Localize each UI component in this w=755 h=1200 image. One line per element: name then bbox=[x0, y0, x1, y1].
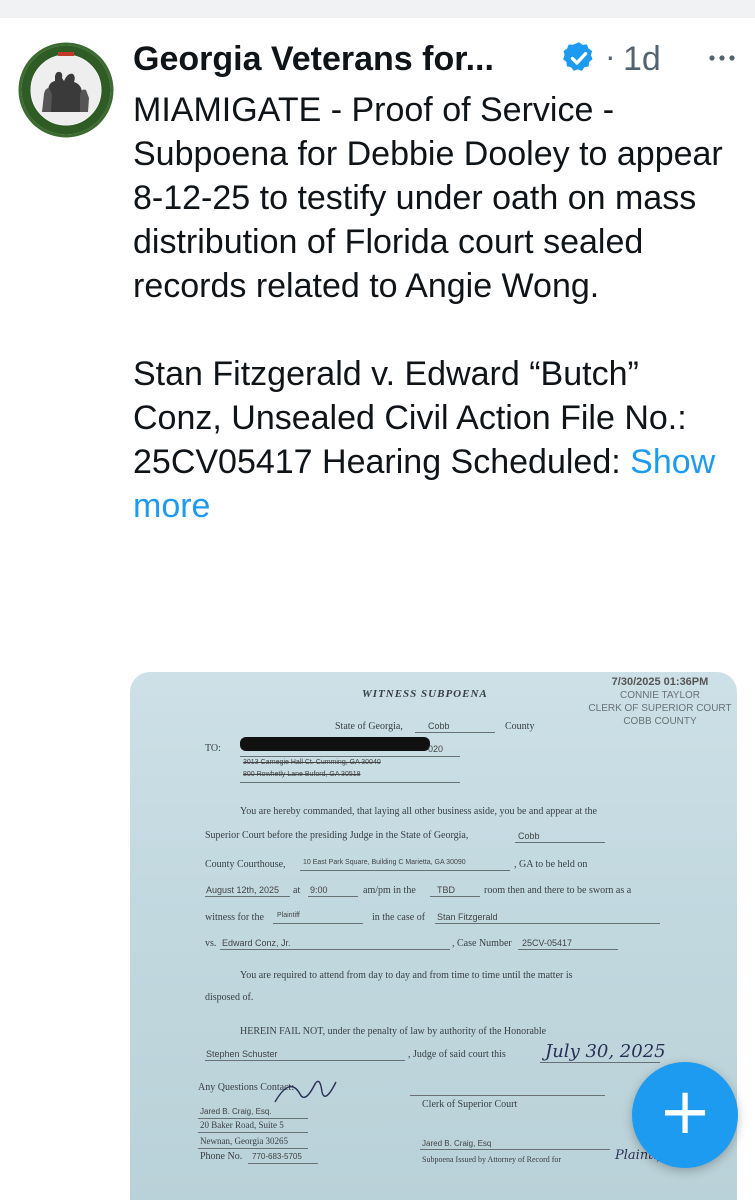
herein-text: HEREIN FAIL NOT, under the penalty of la… bbox=[240, 1026, 547, 1037]
defendant-value: Edward Conz, Jr. bbox=[222, 938, 291, 948]
contact-address-2: Newnan, Georgia 30265 bbox=[200, 1136, 289, 1146]
para-2: Superior Court before the presiding Judg… bbox=[205, 830, 469, 841]
state-county: Cobb bbox=[428, 721, 450, 731]
time-value: 9:00 bbox=[310, 885, 328, 895]
stamp-date: 7/30/2025 01:36PM bbox=[611, 676, 709, 688]
more-horizontal-icon[interactable] bbox=[707, 38, 737, 83]
author-name[interactable]: Georgia Veterans for... bbox=[133, 40, 494, 79]
county-label: County bbox=[505, 721, 535, 732]
signature-scribble bbox=[274, 1080, 337, 1103]
state-label: State of Georgia, bbox=[335, 721, 403, 732]
separator-dot: · bbox=[605, 38, 616, 74]
stamp-title: CLERK OF SUPERIOR COURT bbox=[588, 703, 732, 714]
attend-line-2: disposed of. bbox=[205, 992, 254, 1003]
to-label: TO: bbox=[205, 743, 221, 754]
attend-line-1: You are required to attend from day to d… bbox=[240, 970, 573, 981]
room-text: room then and there to be sworn as a bbox=[484, 885, 632, 896]
compose-plus-icon[interactable]: + bbox=[632, 1062, 738, 1168]
post-paragraph-1: MIAMIGATE - Proof of Service - Subpoena … bbox=[133, 91, 723, 305]
judge-value: Stephen Schuster bbox=[206, 1049, 278, 1059]
author-avatar[interactable] bbox=[18, 42, 114, 138]
document-title: WITNESS SUBPOENA bbox=[362, 688, 488, 700]
vs-label: vs. bbox=[205, 938, 217, 949]
veterans-logo-icon bbox=[18, 42, 114, 138]
held-on-label: , GA to be held on bbox=[514, 859, 588, 870]
room-value: TBD bbox=[437, 885, 455, 895]
clerk-label: Clerk of Superior Court bbox=[422, 1099, 518, 1110]
party-value: Plaintiff bbox=[277, 912, 300, 919]
fab-label: + bbox=[658, 1075, 712, 1149]
redaction-bar bbox=[240, 737, 430, 751]
at-label: at bbox=[293, 885, 301, 896]
courthouse-address: 10 East Park Square, Building C Marietta… bbox=[303, 859, 466, 866]
witness-for-label: witness for the bbox=[205, 912, 264, 923]
to-suffix: 020 bbox=[428, 744, 444, 754]
para-2-county: Cobb bbox=[518, 831, 540, 841]
post-text: MIAMIGATE - Proof of Service - Subpoena … bbox=[133, 88, 733, 528]
ampm-label: am/pm in the bbox=[363, 885, 416, 896]
stamp-clerk: CONNIE TAYLOR bbox=[619, 690, 700, 701]
plaintiff-value: Stan Fitzgerald bbox=[437, 912, 498, 922]
para-1: You are hereby commanded, that laying al… bbox=[240, 806, 597, 817]
case-number-label: , Case Number bbox=[452, 938, 512, 949]
contact-name: Jared B. Craig, Esq. bbox=[200, 1107, 272, 1116]
contact-address-1: 20 Baker Road, Suite 5 bbox=[200, 1120, 284, 1130]
verified-badge-icon bbox=[561, 40, 597, 81]
phone-label: Phone No. bbox=[200, 1151, 243, 1162]
phone-value: 770-683-5705 bbox=[252, 1152, 302, 1161]
address-1: 3013 Carnegie Hall Ct. Cumming, GA 30040 bbox=[243, 759, 381, 766]
case-of-label: in the case of bbox=[372, 912, 426, 923]
address-2: 800 Rowhetly Lane Buford, GA 30518 bbox=[243, 771, 361, 778]
issued-label: Subpoena Issued by Attorney of Record fo… bbox=[422, 1155, 562, 1164]
courthouse-prefix: County Courthouse, bbox=[205, 859, 286, 870]
post-header: Georgia Veterans for... · 1d bbox=[133, 28, 743, 88]
post-paragraph-2-text: Stan Fitzgerald v. Edward “Butch” Conz, … bbox=[133, 355, 687, 481]
previous-item-strip bbox=[0, 0, 755, 18]
judge-label: , Judge of said court this bbox=[408, 1049, 506, 1060]
post-paragraph-2: Stan Fitzgerald v. Edward “Butch” Conz, … bbox=[133, 352, 733, 528]
post-time[interactable]: 1d bbox=[623, 40, 661, 79]
attorney-value: Jared B. Craig, Esq bbox=[422, 1139, 492, 1148]
stamp-county: COBB COUNTY bbox=[623, 716, 697, 727]
signature-date: July 30, 2025 bbox=[545, 1041, 666, 1062]
case-number: 25CV-05417 bbox=[522, 938, 573, 948]
date-value: August 12th, 2025 bbox=[206, 885, 280, 895]
